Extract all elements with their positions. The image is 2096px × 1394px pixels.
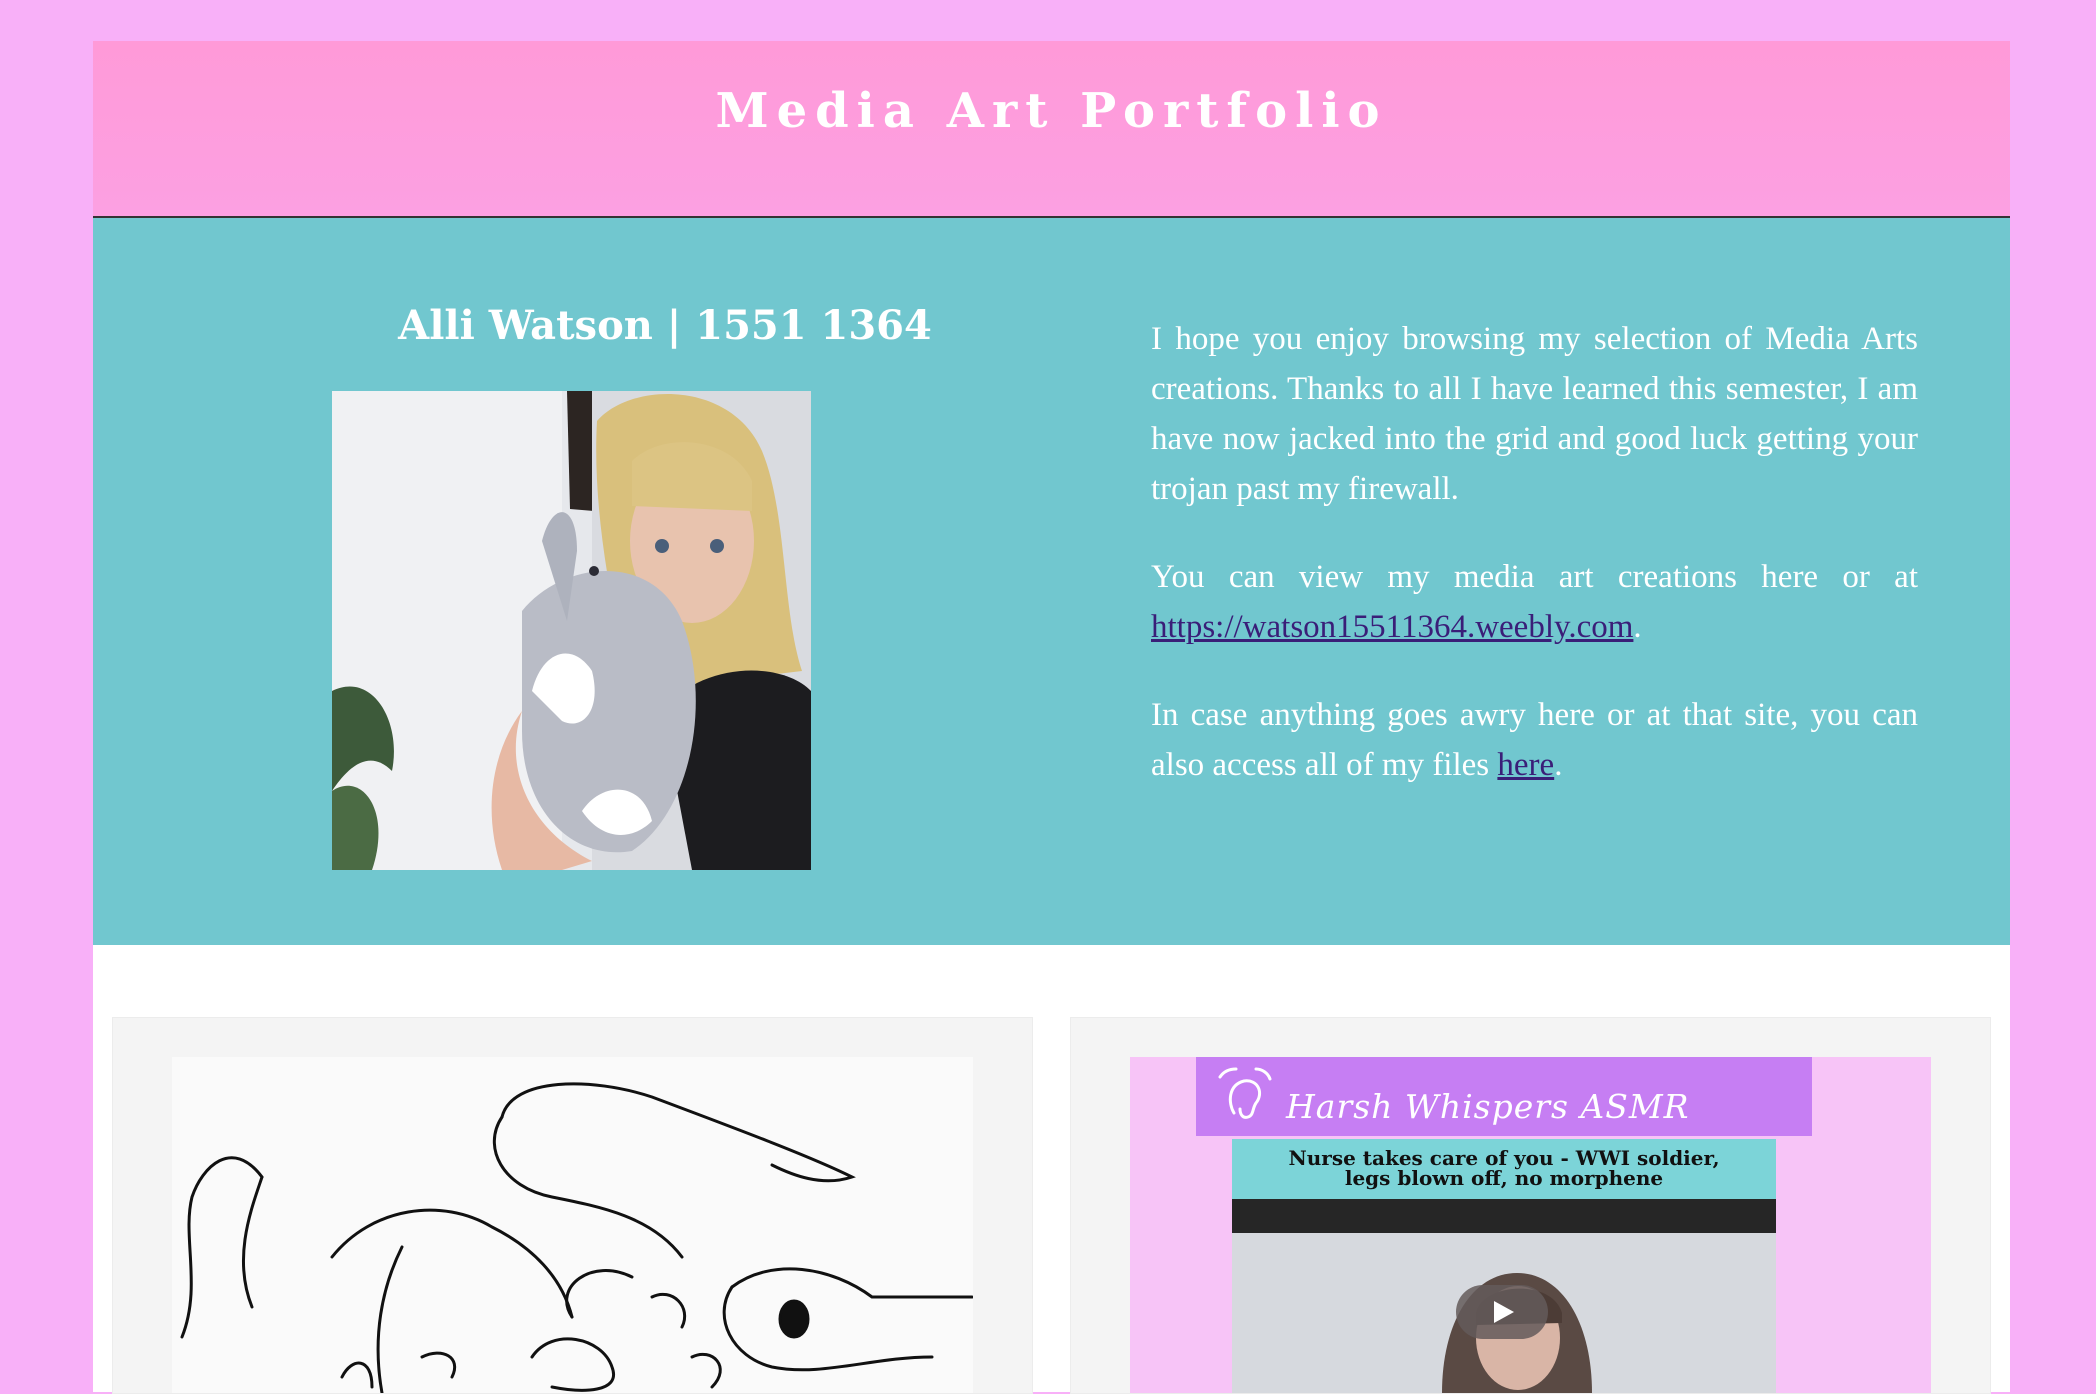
artwork-card-video[interactable]: Harsh Whispers ASMR Nurse takes care of … xyxy=(1070,1017,1991,1394)
line-drawing-illustration xyxy=(180,1082,973,1393)
video-still-frame xyxy=(1232,1233,1776,1393)
ear-logo-icon xyxy=(1218,1067,1272,1119)
video-title: Nurse takes care of you - WWI soldier, l… xyxy=(1232,1139,1776,1199)
portrait-illustration xyxy=(332,391,811,870)
intro-paragraph-2-text: You can view my media art creations here… xyxy=(1151,559,1918,595)
site-title: Media Art Portfolio xyxy=(715,83,1388,139)
artwork-card-sketch[interactable] xyxy=(112,1017,1033,1394)
intro-paragraph-1: I hope you enjoy browsing my selection o… xyxy=(1151,321,1918,507)
video-title-line-1: Nurse takes care of you - WWI soldier, xyxy=(1288,1146,1720,1170)
sketch-image[interactable] xyxy=(172,1057,973,1393)
intro-paragraph-3-suffix: . xyxy=(1554,747,1563,783)
weebly-link[interactable]: https://watson15511364.weebly.com xyxy=(1151,609,1633,645)
files-link[interactable]: here xyxy=(1497,747,1554,783)
page-container: Media Art Portfolio Alli Watson | 1551 1… xyxy=(93,41,2010,1394)
intro-text: I hope you enjoy browsing my selection o… xyxy=(1151,314,1918,828)
video-letterbox xyxy=(1232,1199,1776,1233)
play-button[interactable] xyxy=(1456,1285,1548,1339)
site-header: Media Art Portfolio xyxy=(93,41,2010,218)
channel-banner: Harsh Whispers ASMR xyxy=(1196,1057,1812,1136)
channel-name: Harsh Whispers ASMR xyxy=(1286,1087,1690,1126)
intro-paragraph-3: In case anything goes awry here or at th… xyxy=(1151,690,1918,790)
intro-section: Alli Watson | 1551 1364 I hope you enjoy… xyxy=(93,218,2010,945)
intro-paragraph-2-suffix: . xyxy=(1633,609,1642,645)
play-icon xyxy=(1494,1301,1514,1323)
video-title-line-2: legs blown off, no morphene xyxy=(1344,1166,1664,1190)
video-thumbnail[interactable]: Harsh Whispers ASMR Nurse takes care of … xyxy=(1130,1057,1931,1393)
intro-paragraph-2: You can view my media art creations here… xyxy=(1151,552,1918,652)
author-name: Alli Watson | 1551 1364 xyxy=(398,302,932,349)
author-portrait xyxy=(332,391,811,870)
